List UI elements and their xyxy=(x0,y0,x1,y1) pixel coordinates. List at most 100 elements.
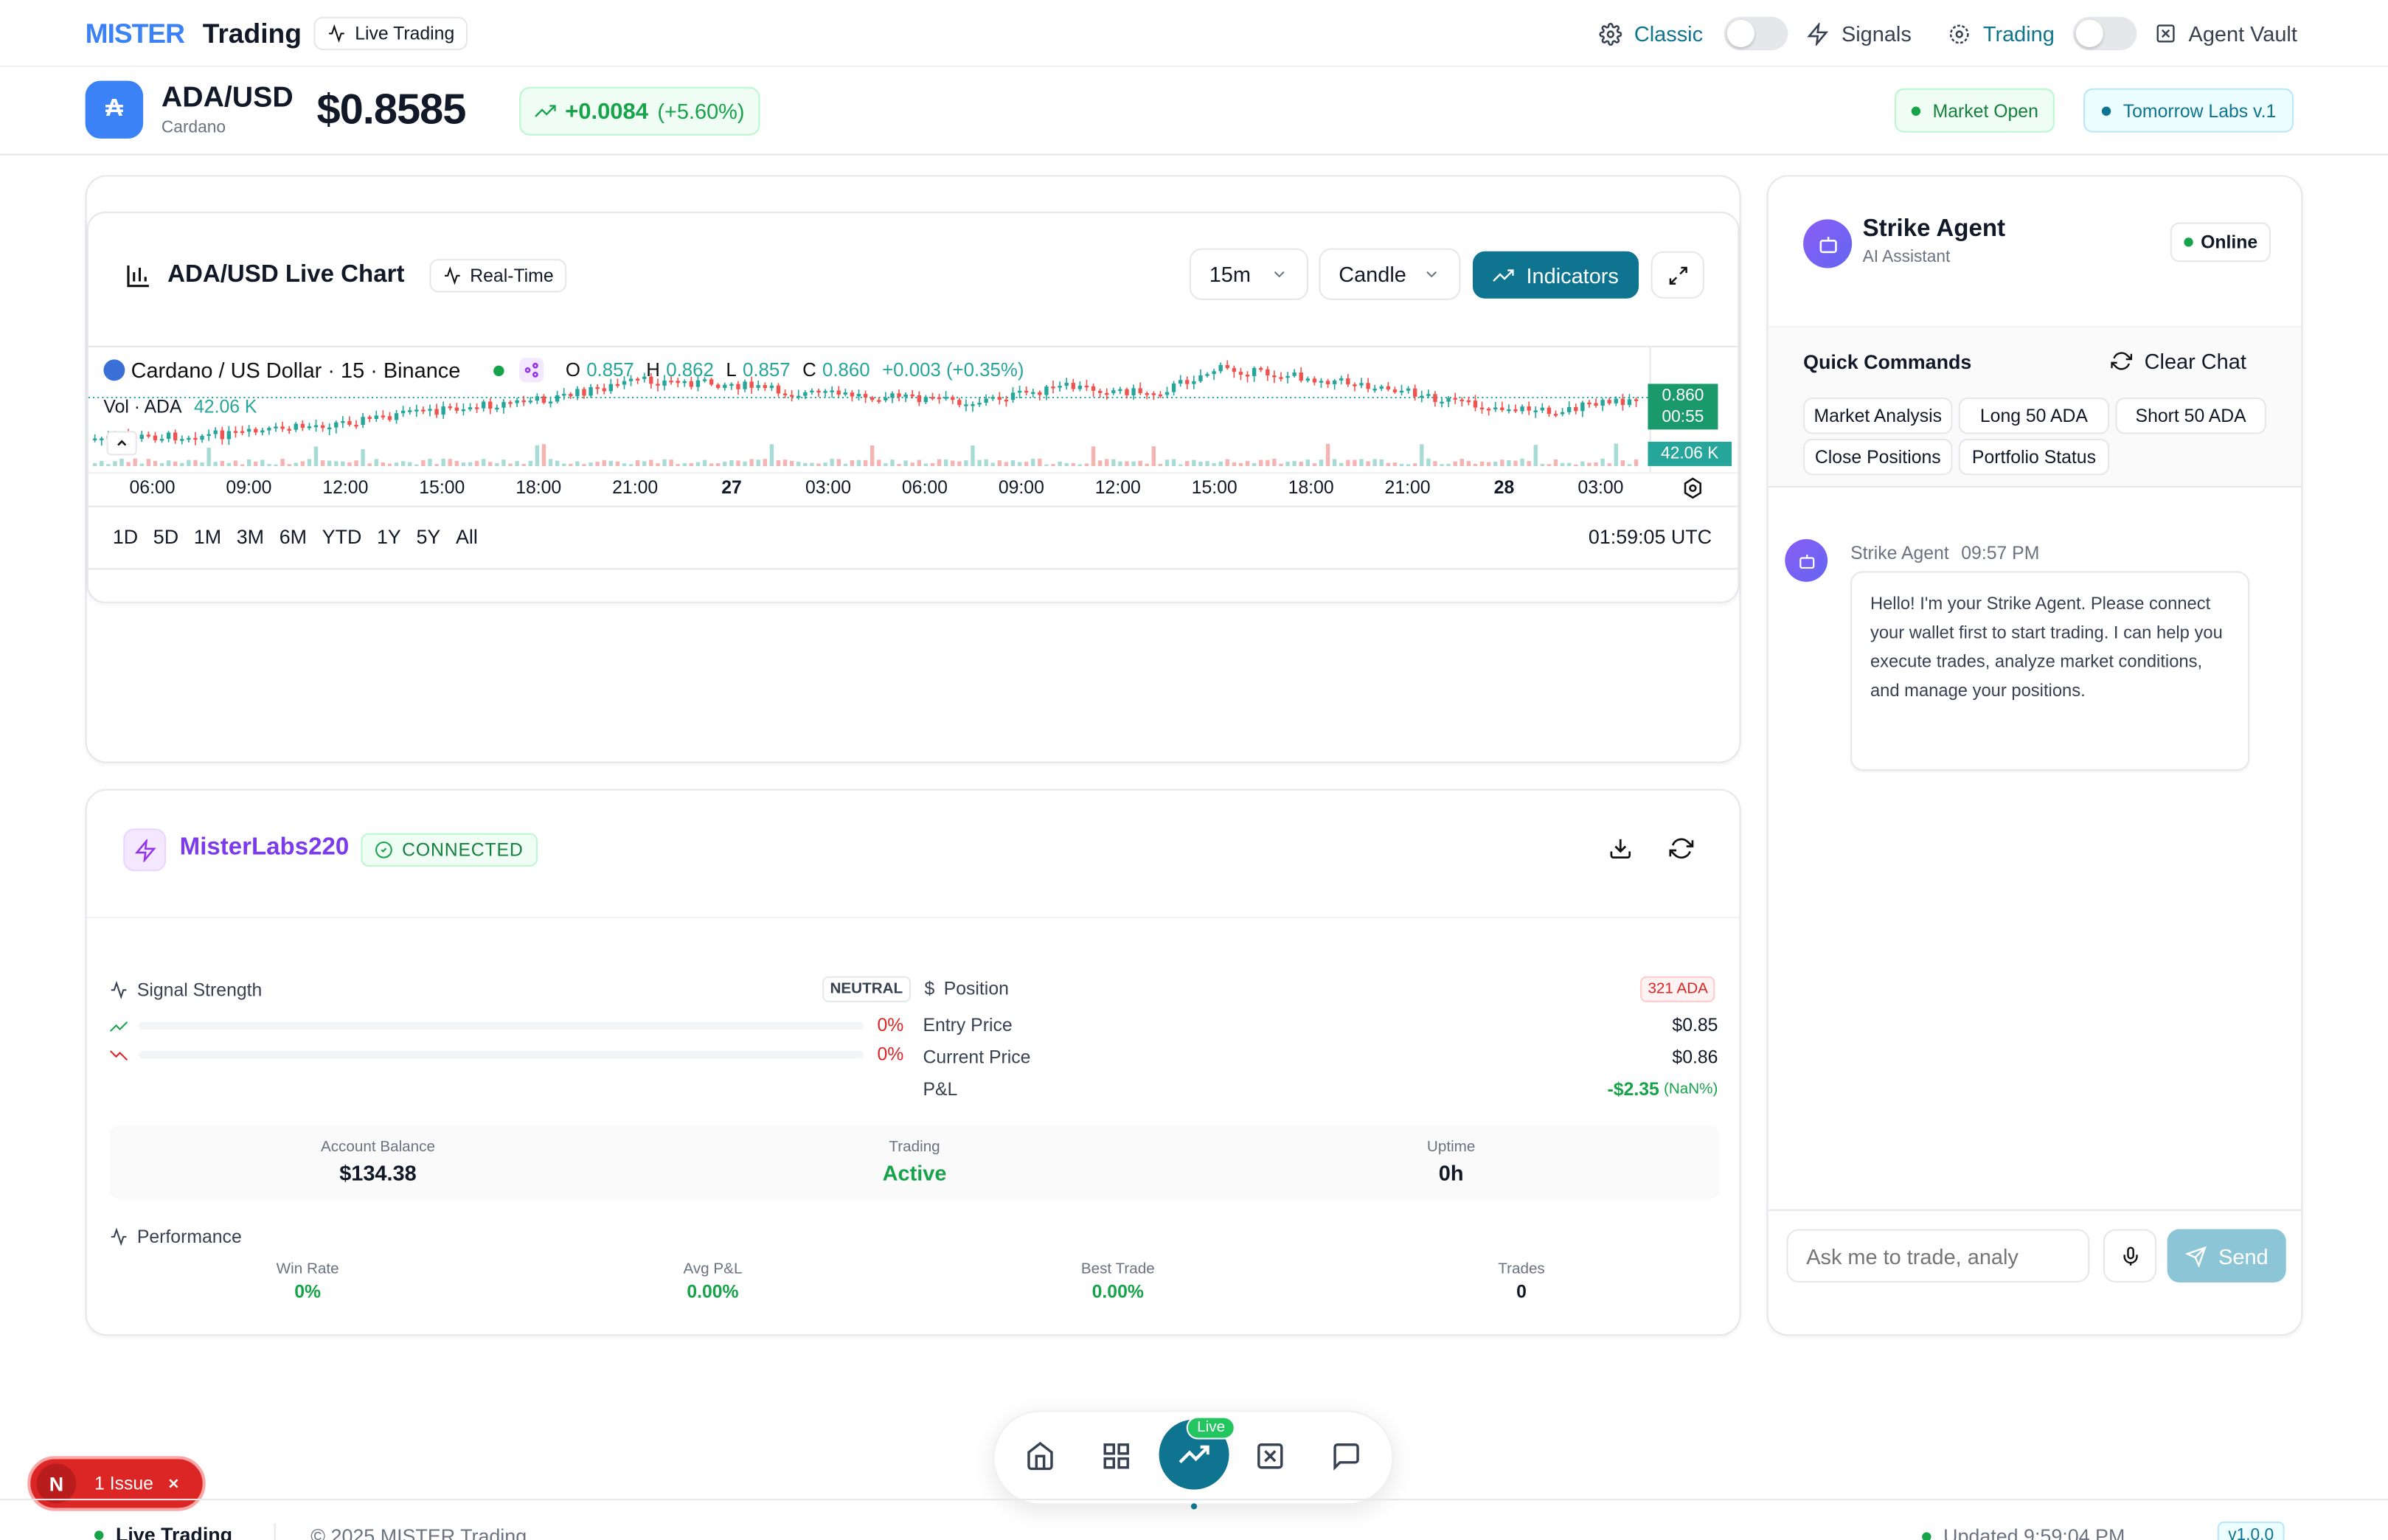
nav-classic[interactable]: Classic xyxy=(1634,21,1703,46)
issue-badge[interactable]: N 1 Issue xyxy=(27,1456,206,1511)
time-tick: 06:00 xyxy=(901,476,948,499)
range-3m[interactable]: 3M xyxy=(237,525,264,548)
candle-body xyxy=(608,384,613,392)
candle-body xyxy=(1305,378,1310,381)
volume-bar xyxy=(1634,459,1639,466)
candle-body xyxy=(347,420,352,425)
nav-agent-vault[interactable]: Agent Vault xyxy=(2189,21,2297,46)
nav-signals[interactable]: Signals xyxy=(1842,21,1912,46)
pnl-label: P&L xyxy=(923,1078,958,1100)
mic-button[interactable] xyxy=(2103,1229,2157,1283)
candle-body xyxy=(1353,384,1357,386)
candle-body xyxy=(454,407,459,411)
interval-select[interactable]: 15m xyxy=(1189,248,1308,300)
refresh-icon[interactable] xyxy=(1669,836,1694,861)
tradingview-widget[interactable]: Cardano / US Dollar · 15 · Binance O 0.85… xyxy=(88,345,1741,570)
send-button[interactable]: Send xyxy=(2167,1229,2286,1283)
close-icon[interactable] xyxy=(165,1476,181,1491)
cmd-long[interactable]: Long 50 ADA xyxy=(1958,397,2110,434)
candle-body xyxy=(254,429,258,433)
home-icon[interactable] xyxy=(1025,1441,1055,1471)
candle-body xyxy=(816,390,821,393)
volume-bar xyxy=(1171,459,1176,466)
volume-bar xyxy=(1118,461,1122,466)
volume-bar xyxy=(1212,462,1216,466)
volume-bar xyxy=(562,463,566,466)
gear-icon[interactable] xyxy=(1948,22,1971,45)
volume-bar xyxy=(1165,459,1170,466)
volume-bar xyxy=(917,459,921,466)
candle-body xyxy=(1071,383,1075,389)
volume-bar xyxy=(1245,461,1250,466)
ticker-change-badge: +0.0084 (+5.60%) xyxy=(519,86,760,136)
chat-icon[interactable] xyxy=(1331,1441,1361,1471)
volume-bar xyxy=(1151,446,1156,466)
range-1y[interactable]: 1Y xyxy=(377,525,401,548)
price-tag: 0.860 00:55 xyxy=(1648,384,1718,430)
volume-bar xyxy=(1412,463,1417,466)
collapse-legend-button[interactable] xyxy=(106,431,137,456)
volume-bar xyxy=(884,463,888,466)
settings-icon[interactable] xyxy=(1681,476,1704,499)
volume-bar xyxy=(1091,446,1096,466)
volume-bar xyxy=(769,444,774,466)
candle-body xyxy=(1446,398,1451,402)
expand-button[interactable] xyxy=(1651,251,1704,299)
volume-bar xyxy=(274,464,278,466)
range-all[interactable]: All xyxy=(456,525,478,548)
candle-body xyxy=(1225,364,1229,369)
ticker-name: Cardano xyxy=(161,119,226,137)
volume-bar xyxy=(448,459,452,466)
volume-bar xyxy=(850,459,855,466)
vault-icon[interactable] xyxy=(1255,1441,1285,1471)
trading-toggle[interactable] xyxy=(2072,16,2137,51)
volume-bar xyxy=(736,460,740,466)
dollar-icon: $ xyxy=(924,977,935,999)
range-5d[interactable]: 5D xyxy=(153,525,178,548)
candle-body xyxy=(1138,388,1142,394)
volume-bar xyxy=(1600,458,1605,466)
ticker-divider xyxy=(0,153,2388,156)
volume-bar xyxy=(193,459,198,466)
volume-bar xyxy=(414,464,419,466)
clear-chat-button[interactable]: Clear Chat xyxy=(2111,349,2246,373)
volume-bar xyxy=(1620,460,1625,466)
candle-body xyxy=(320,425,325,429)
candle-body xyxy=(548,401,553,403)
volume-bar xyxy=(428,459,432,466)
candle-body xyxy=(1165,392,1170,395)
candle-body xyxy=(990,397,995,399)
chart-type-select[interactable]: Candle xyxy=(1319,248,1461,300)
cmd-short[interactable]: Short 50 ADA xyxy=(2115,397,2266,434)
entry-price: $0.85 xyxy=(1672,1014,1718,1036)
grid-icon[interactable] xyxy=(1101,1441,1131,1471)
classic-toggle[interactable] xyxy=(1724,16,1788,51)
cmd-market-analysis[interactable]: Market Analysis xyxy=(1803,397,1953,434)
range-1d[interactable]: 1D xyxy=(113,525,138,548)
nav-trading[interactable]: Trading xyxy=(1983,21,2055,46)
cmd-portfolio-status[interactable]: Portfolio Status xyxy=(1958,438,2110,476)
candle-body xyxy=(1607,400,1611,403)
range-6m[interactable]: 6M xyxy=(280,525,307,548)
time-tick: 12:00 xyxy=(1094,476,1141,499)
volume-bar xyxy=(206,448,211,466)
download-icon[interactable] xyxy=(1608,836,1633,861)
chat-input[interactable] xyxy=(1806,1244,2080,1269)
volume-bar xyxy=(1279,463,1283,466)
volume-bar xyxy=(1325,443,1330,466)
candle-body xyxy=(1473,400,1478,408)
volume-bar xyxy=(555,460,560,466)
volume-bar xyxy=(474,460,479,466)
volume-bar xyxy=(421,459,426,466)
candle-body xyxy=(153,435,158,440)
gear-icon[interactable] xyxy=(1599,22,1622,45)
header-divider xyxy=(0,65,2388,67)
cmd-close-positions[interactable]: Close Positions xyxy=(1803,438,1953,476)
candle-body xyxy=(541,396,546,403)
volume-bar xyxy=(159,463,164,466)
brand: MISTER Trading Live Trading xyxy=(86,15,468,52)
range-5y[interactable]: 5Y xyxy=(416,525,440,548)
range-ytd[interactable]: YTD xyxy=(322,525,362,548)
indicators-button[interactable]: Indicators xyxy=(1472,251,1639,299)
range-1m[interactable]: 1M xyxy=(194,525,221,548)
